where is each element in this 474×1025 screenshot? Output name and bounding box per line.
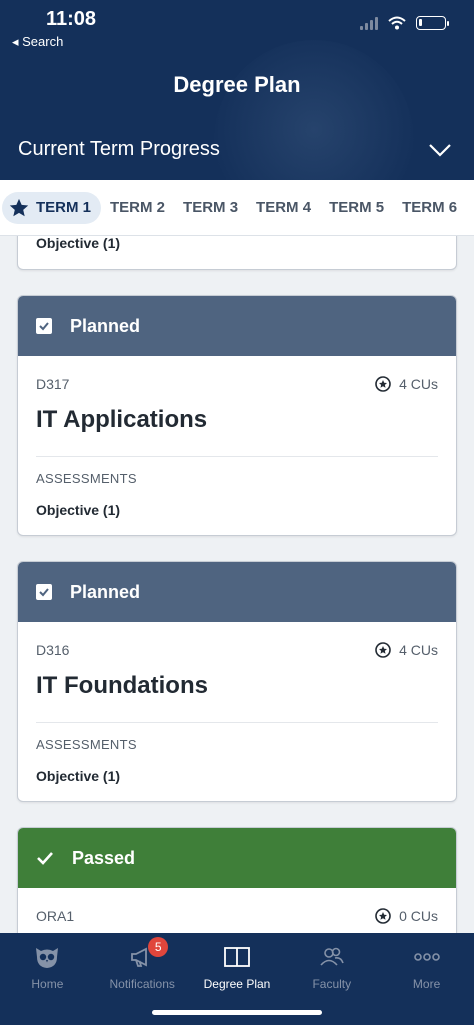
star-circle-icon <box>375 376 391 392</box>
nav-label: Faculty <box>312 977 352 991</box>
checkbox-checked-icon <box>36 318 52 334</box>
status-icons <box>360 16 449 30</box>
home-indicator <box>152 1010 322 1015</box>
tab-term-3[interactable]: TERM 3 <box>174 192 247 224</box>
competency-units: 4 CUs <box>375 642 438 658</box>
tab-term-7[interactable]: T <box>466 192 474 224</box>
cus-value: 4 CUs <box>399 376 438 392</box>
course-card[interactable]: Passed ORA1 0 CUs <box>17 827 457 933</box>
cus-value: 0 CUs <box>399 908 438 924</box>
card-status-label: Planned <box>70 315 141 336</box>
status-time: 11:08 <box>46 8 97 30</box>
course-title: IT Foundations <box>36 672 208 699</box>
nav-label: Home <box>31 977 64 991</box>
back-to-search-link[interactable]: ◂ Search <box>12 34 63 50</box>
nav-label: Degree Plan <box>203 977 271 991</box>
course-code: ORA1 <box>36 908 75 924</box>
app-header: 11:08 ◂ Search Degree Plan Current Term … <box>0 0 474 180</box>
nav-label: Notifications <box>109 977 175 991</box>
card-status-label: Passed <box>72 847 136 868</box>
owl-background-image <box>214 40 414 180</box>
course-title: IT Applications <box>36 406 208 433</box>
checkmark-icon <box>37 852 53 865</box>
objective-label: Objective (1) <box>36 236 121 251</box>
tab-term-4[interactable]: TERM 4 <box>247 192 320 224</box>
nav-home[interactable]: Home <box>0 933 95 1025</box>
competency-units: 0 CUs <box>375 908 438 924</box>
tab-term-6[interactable]: TERM 6 <box>393 192 466 224</box>
tab-term-5[interactable]: TERM 5 <box>320 192 393 224</box>
page-title: Degree Plan <box>173 72 301 97</box>
card-status-header: Planned <box>18 296 456 356</box>
cus-value: 4 CUs <box>399 642 438 658</box>
notification-badge: 5 <box>148 937 169 957</box>
cellular-signal-icon <box>360 16 378 30</box>
objective-label: Objective (1) <box>36 768 121 784</box>
course-card[interactable]: Planned D317 4 CUs IT Applications ASSES… <box>17 295 457 536</box>
competency-units: 4 CUs <box>375 376 438 392</box>
term-tabs: TERM 1 TERM 2 TERM 3 TERM 4 TERM 5 TERM … <box>0 180 474 236</box>
course-list: Objective (1) Planned D317 4 CUs IT Appl… <box>0 236 474 933</box>
current-term-progress-toggle[interactable]: Current Term Progress <box>18 138 220 161</box>
tab-term-2[interactable]: TERM 2 <box>101 192 174 224</box>
divider <box>36 456 438 457</box>
chevron-down-icon[interactable] <box>428 138 452 162</box>
nav-label: More <box>412 977 441 991</box>
book-icon <box>224 947 250 967</box>
assessments-label: ASSESSMENTS <box>36 737 137 752</box>
objective-label: Objective (1) <box>36 502 121 518</box>
course-card[interactable]: Planned D316 4 CUs IT Foundations ASSESS… <box>17 561 457 802</box>
divider <box>36 722 438 723</box>
course-code: D317 <box>36 376 70 392</box>
wifi-icon <box>388 16 406 30</box>
tab-term-1[interactable]: TERM 1 <box>2 191 102 224</box>
star-circle-icon <box>375 908 391 924</box>
people-icon <box>320 947 344 966</box>
battery-icon <box>416 16 449 30</box>
card-status-header: Planned <box>18 562 456 622</box>
card-status-header: Passed <box>18 828 456 888</box>
star-circle-icon <box>375 642 391 658</box>
course-code: D316 <box>36 642 70 658</box>
owl-icon <box>36 948 59 968</box>
assessments-label: ASSESSMENTS <box>36 471 137 486</box>
tab-label: TERM 1 <box>36 198 92 216</box>
more-dots-icon <box>413 953 440 961</box>
course-card-partial[interactable]: Objective (1) <box>17 236 457 270</box>
card-status-label: Planned <box>70 581 141 602</box>
star-icon <box>9 198 29 216</box>
checkbox-checked-icon <box>36 584 52 600</box>
nav-more[interactable]: More <box>379 933 474 1025</box>
